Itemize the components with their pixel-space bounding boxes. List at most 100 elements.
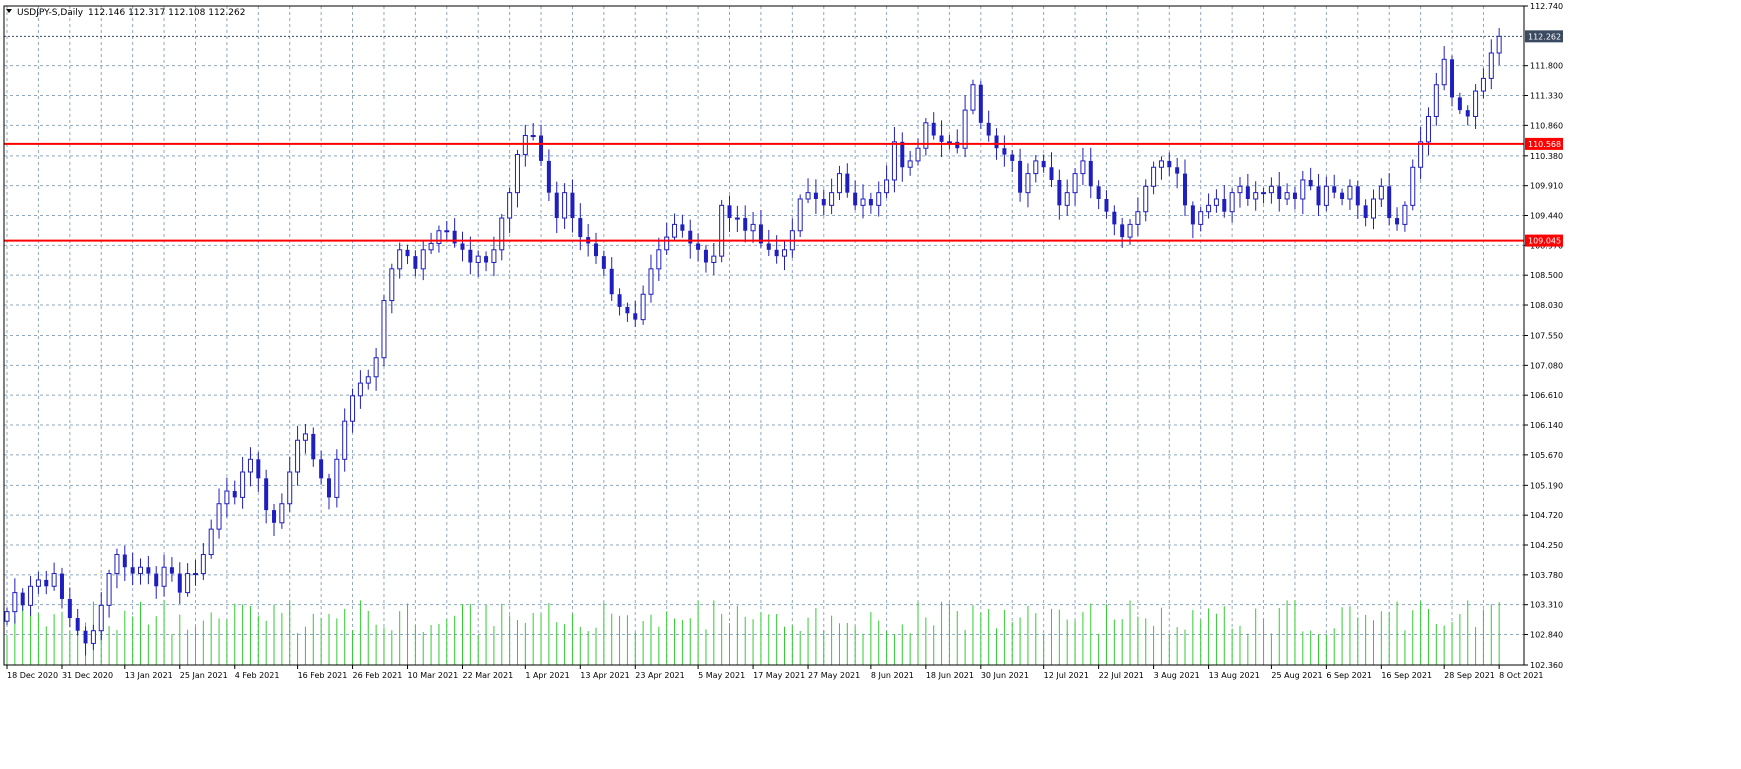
candle-body-up: [138, 566, 144, 575]
candle-body-down: [177, 573, 182, 593]
y-tick-label: 112.740: [1530, 2, 1563, 11]
candle-body-down: [1088, 160, 1093, 187]
candle-body-up: [562, 192, 568, 219]
x-tick-label: 18 Dec 2020: [7, 671, 58, 680]
candle-body-up: [1143, 185, 1149, 213]
y-tick-label: 102.360: [1530, 661, 1563, 670]
candle-body-down: [554, 192, 559, 219]
candle-body-down: [546, 160, 551, 193]
candle-body-down: [821, 199, 826, 206]
y-tick-label: 102.840: [1530, 631, 1563, 640]
candle-body-down: [1041, 160, 1046, 168]
y-tick-label: 109.910: [1530, 182, 1563, 191]
x-tick-label: 4 Feb 2021: [235, 671, 280, 680]
candle-body-down: [44, 579, 49, 587]
candle-body-up: [444, 230, 450, 233]
y-tick-label: 103.310: [1530, 601, 1563, 610]
candle-body-down: [703, 249, 708, 263]
y-tick-label: 103.780: [1530, 571, 1563, 580]
candle-body-down: [484, 256, 489, 263]
candle-body-up: [1480, 77, 1486, 92]
candle-body-down: [1120, 224, 1125, 238]
candle-body-up: [295, 439, 301, 473]
candle-body-up: [1268, 185, 1274, 194]
candle-body-down: [601, 256, 606, 269]
candle-body-up: [664, 236, 670, 251]
candle-body-down: [146, 567, 151, 574]
y-tick-label: 106.610: [1530, 391, 1563, 400]
candle-body-down: [1222, 199, 1227, 212]
candle-body-up: [1229, 192, 1235, 213]
candle-body-down: [1018, 160, 1023, 193]
candle-body-up: [350, 395, 356, 422]
candle-body-up: [829, 192, 835, 206]
candle-body-down: [766, 243, 771, 250]
candle-body-up: [1033, 160, 1039, 175]
candle-body-up: [734, 217, 740, 220]
candle-body-up: [334, 458, 340, 498]
candle-body-down: [1316, 186, 1321, 206]
candle-body-up: [1135, 211, 1141, 225]
candle-body-up: [970, 84, 976, 111]
x-tick-label: 16 Sep 2021: [1381, 671, 1432, 680]
candle-body-up: [381, 300, 387, 359]
candle-body-down: [1277, 186, 1282, 200]
candle-body-up: [428, 242, 434, 251]
candle-body-down: [1175, 167, 1180, 174]
candle-body-down: [59, 573, 64, 599]
candle-body-down: [774, 249, 779, 257]
candle-body-up: [640, 293, 646, 321]
candle-body-down: [460, 243, 465, 250]
y-tick-label: 107.550: [1530, 332, 1563, 341]
candle-body-down: [83, 630, 88, 644]
candle-body-down: [1332, 186, 1337, 193]
candle-body-up: [185, 573, 191, 594]
candle-body-up: [711, 255, 717, 263]
candle-body-up: [884, 179, 890, 194]
candle-body-up: [287, 471, 293, 505]
candle-body-down: [311, 433, 316, 460]
candle-body-down: [609, 268, 614, 295]
candle-body-up: [389, 268, 395, 302]
candle-body-down: [1340, 192, 1345, 200]
candle-body-up: [1300, 179, 1306, 200]
x-tick-label: 25 Aug 2021: [1271, 671, 1322, 680]
candle-body-down: [1010, 154, 1015, 161]
candle-body-down: [405, 249, 410, 257]
candle-body-up: [4, 611, 10, 622]
x-tick-label: 30 Jun 2021: [981, 671, 1029, 680]
candle-body-down: [939, 135, 944, 142]
candle-body-up: [475, 255, 481, 263]
candle-body-up: [781, 249, 787, 257]
candle-body-down: [994, 135, 999, 149]
x-tick-label: 10 Mar 2021: [408, 671, 459, 680]
candle-body-down: [1112, 211, 1117, 225]
x-tick-label: 22 Mar 2021: [462, 671, 513, 680]
candle-body-up: [208, 528, 214, 556]
candle-body-down: [986, 122, 991, 136]
candle-body-up: [51, 573, 57, 587]
candle-body-down: [696, 243, 701, 250]
y-tick-label: 110.380: [1530, 152, 1563, 161]
candle-body-up: [200, 554, 206, 575]
candle-body-up: [216, 503, 222, 530]
candle-body-down: [1292, 192, 1297, 200]
candle-body-down: [633, 313, 638, 320]
x-tick-label: 28 Sep 2021: [1444, 671, 1495, 680]
x-tick-label: 5 May 2021: [698, 671, 745, 680]
candle-body-up: [946, 141, 952, 144]
candle-body-up: [491, 249, 497, 263]
candle-body-up: [1064, 192, 1070, 206]
x-tick-label: 25 Jan 2021: [180, 671, 228, 680]
candle-body-up: [12, 592, 18, 613]
candle-body-down: [1355, 186, 1360, 206]
candle-body-up: [1198, 211, 1204, 225]
candle-body-up: [1072, 173, 1078, 194]
x-tick-label: 8 Oct 2021: [1499, 671, 1543, 680]
candle-body-up: [1206, 204, 1212, 213]
price-tag-label: 109.045: [1528, 237, 1561, 246]
candle-body-down: [272, 510, 277, 523]
y-tick-label: 110.860: [1530, 121, 1563, 130]
candle-body-down: [1190, 205, 1195, 225]
candle-body-up: [1237, 185, 1243, 194]
